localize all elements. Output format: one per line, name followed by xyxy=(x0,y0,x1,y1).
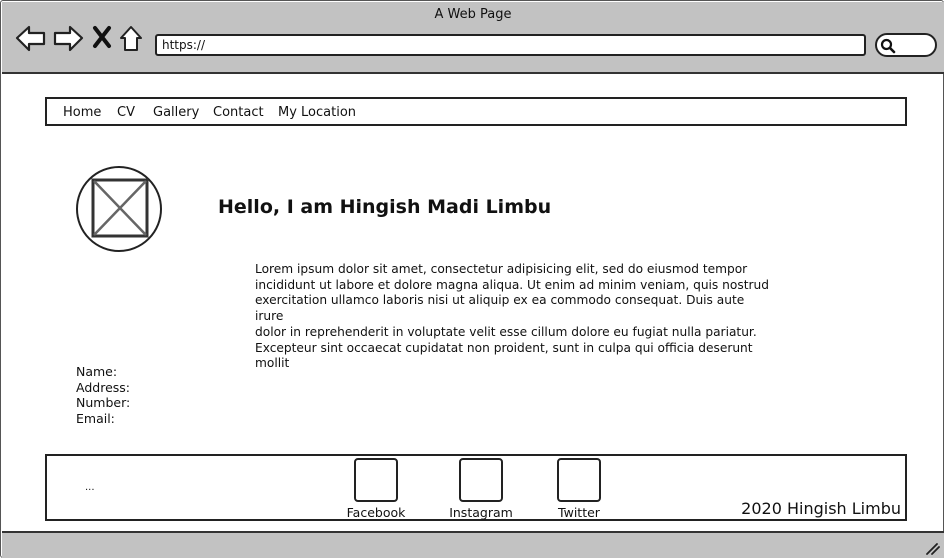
nav-item-gallery[interactable]: Gallery xyxy=(153,105,199,120)
number-label: Number: xyxy=(76,395,131,410)
email-label: Email: xyxy=(76,411,115,426)
facebook-link[interactable]: Facebook xyxy=(336,505,416,520)
page-footer: ... Facebook Instagram Twitter 2020 Hing… xyxy=(45,454,907,521)
copyright-text: 2020 Hingish Limbu xyxy=(741,499,901,518)
facebook-icon[interactable] xyxy=(354,458,398,502)
bio-paragraph: Lorem ipsum dolor sit amet, consectetur … xyxy=(255,262,769,371)
forward-arrow-icon[interactable] xyxy=(52,24,84,56)
address-bar[interactable]: https:// xyxy=(155,34,866,56)
name-label: Name: xyxy=(76,364,118,379)
back-arrow-icon[interactable] xyxy=(15,24,47,56)
home-icon[interactable] xyxy=(118,24,150,56)
page-title: Hello, I am Hingish Madi Limbu xyxy=(218,196,552,218)
site-nav-bar: Home CV Gallery Contact My Location xyxy=(45,97,907,126)
search-field[interactable] xyxy=(875,33,937,57)
nav-item-contact[interactable]: Contact xyxy=(213,105,264,120)
search-icon xyxy=(880,38,896,54)
instagram-icon[interactable] xyxy=(459,458,503,502)
twitter-icon[interactable] xyxy=(557,458,601,502)
nav-item-home[interactable]: Home xyxy=(63,105,101,120)
address-label: Address: xyxy=(76,380,130,395)
window-title: A Web Page xyxy=(434,7,512,22)
twitter-link[interactable]: Twitter xyxy=(539,505,619,520)
nav-item-cv[interactable]: CV xyxy=(117,105,135,120)
status-bar xyxy=(2,531,944,558)
footer-ellipsis: ... xyxy=(85,482,95,493)
image-placeholder-icon xyxy=(91,178,149,238)
nav-item-my-location[interactable]: My Location xyxy=(278,105,356,120)
resize-grip-icon[interactable] xyxy=(924,541,940,555)
avatar xyxy=(76,166,162,252)
instagram-link[interactable]: Instagram xyxy=(441,505,521,520)
browser-toolbar: A Web Page https:// xyxy=(2,2,944,74)
